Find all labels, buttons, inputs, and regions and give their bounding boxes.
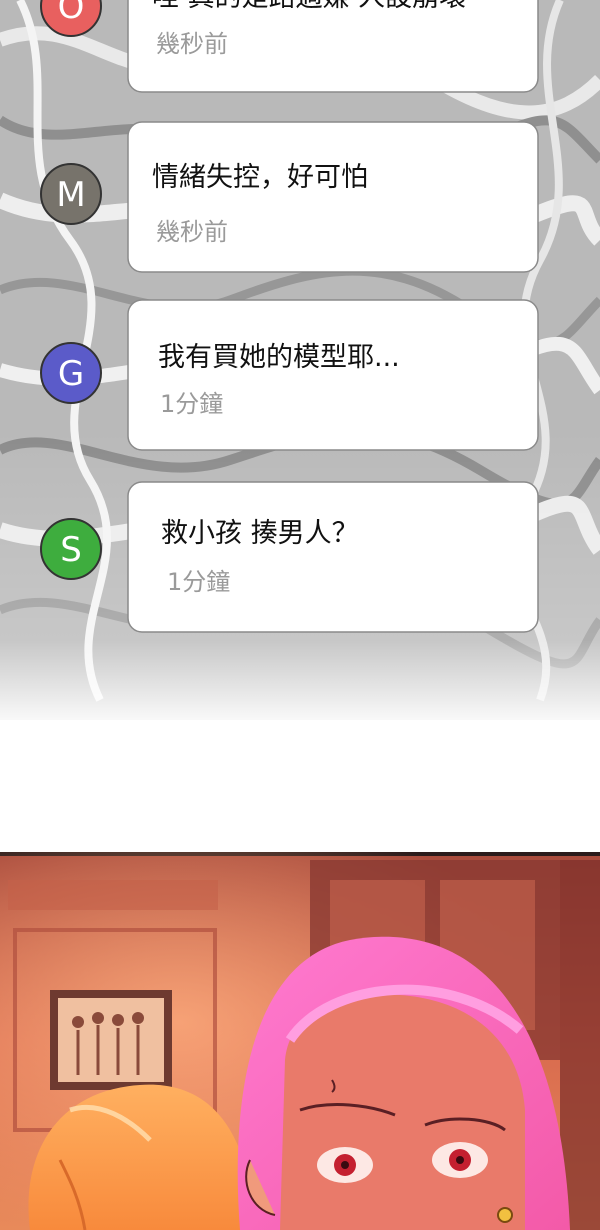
avatar-initial: S — [60, 530, 82, 570]
comment-time: 1分鐘 — [167, 568, 230, 596]
comment-text: 哇 真的是路過嫌 人設崩壞 — [152, 0, 466, 13]
comic-panel-background: O M G S 哇 真的是路過嫌 人設崩壞 幾秒前 情緒失控，好可怕 幾秒前 我… — [0, 0, 600, 1230]
avatar-initial: M — [56, 175, 85, 215]
comment-time: 幾秒前 — [156, 30, 228, 58]
comic-panel-scene — [0, 852, 600, 1230]
comment-bubble — [127, 299, 539, 451]
comment-text: 情緒失控，好可怕 — [152, 162, 368, 193]
avatar-initial: G — [58, 354, 84, 394]
comment-text: 我有買她的模型耶... — [158, 342, 400, 373]
comment-bubble — [127, 121, 539, 273]
comment-time: 幾秒前 — [156, 218, 228, 246]
avatar-initial: O — [58, 0, 85, 27]
comment-bubble — [127, 481, 539, 633]
comment-time: 1分鐘 — [160, 390, 223, 418]
comment-text: 救小孩 揍男人？ — [161, 518, 359, 549]
